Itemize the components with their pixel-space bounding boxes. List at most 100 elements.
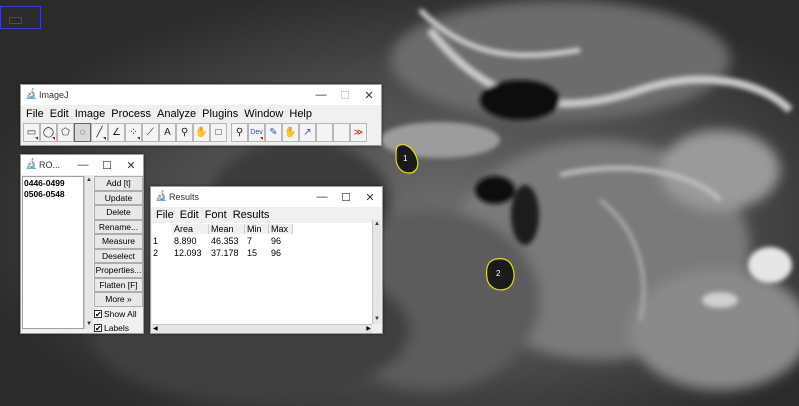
imagej-microscope-icon: 🔬	[25, 89, 38, 100]
close-button[interactable]: ✕	[119, 155, 143, 175]
blank-tool-slot[interactable]	[333, 123, 350, 142]
minimize-button[interactable]: —	[310, 187, 334, 207]
arrow-tool-icon[interactable]: ↗	[299, 123, 316, 142]
minimize-button[interactable]: —	[309, 85, 333, 105]
results-menu-font[interactable]: Font	[202, 209, 230, 221]
table-cell: 2	[153, 248, 159, 258]
labels-check-icon: ✔	[94, 323, 102, 333]
table-cell: 37.178	[211, 248, 239, 258]
maximize-button[interactable]: ☐	[333, 85, 357, 105]
table-cell: 46.353	[211, 236, 239, 246]
labels-label: Labels	[104, 322, 130, 333]
minimize-button[interactable]: —	[71, 155, 95, 175]
line-tool-icon[interactable]: ╱	[91, 123, 108, 142]
delete-button[interactable]: Delete	[94, 205, 143, 220]
freehand-tool-icon[interactable]: ◌	[74, 123, 91, 142]
menu-file[interactable]: File	[23, 108, 47, 120]
roi-manager-title-bar[interactable]: 🔬 RO... — ☐ ✕	[21, 155, 143, 175]
results-menu-file[interactable]: File	[153, 209, 177, 221]
roi-outline-2[interactable]: 2	[486, 258, 515, 291]
table-cell: 96	[271, 248, 282, 258]
scrolling-tool-icon[interactable]: ✋	[193, 123, 210, 142]
column-header-max[interactable]: Max	[269, 224, 293, 234]
blank-tool-slot[interactable]	[316, 123, 333, 142]
roi-list-item[interactable]: 0446-0499	[23, 177, 83, 188]
column-header-mean[interactable]: Mean	[209, 224, 245, 234]
rectangle-tool-icon[interactable]: ▭	[23, 123, 40, 142]
results-menu-results[interactable]: Results	[230, 209, 273, 221]
menu-window[interactable]: Window	[241, 108, 286, 120]
pencil-tool-icon[interactable]: ✎	[265, 123, 282, 142]
add-button[interactable]: Add [t]	[94, 176, 143, 191]
more-button[interactable]: More »	[94, 292, 143, 307]
imagej-title-bar[interactable]: 🔬 ImageJ — ☐ ✕	[21, 85, 381, 105]
table-row[interactable]: 2 12.093 37.178 15 96	[152, 247, 372, 259]
imagej-main-window: 🔬 ImageJ — ☐ ✕ File Edit Image Process A…	[20, 84, 382, 146]
wand-tool-icon[interactable]: ⟋	[142, 123, 159, 142]
results-table: Area Mean Min Max 1 8.890 46.353 7 96 2 …	[152, 223, 372, 259]
results-menu-edit[interactable]: Edit	[177, 209, 202, 221]
imagej-title: ImageJ	[39, 90, 69, 100]
menu-analyze[interactable]: Analyze	[154, 108, 199, 120]
results-title: Results	[169, 192, 200, 202]
results-title-bar[interactable]: 🔬 Results — ☐ ✕	[151, 187, 382, 207]
scroll-up-icon[interactable]: ▲	[85, 176, 93, 185]
results-horizontal-scrollbar[interactable]: ◀ ▶	[152, 324, 372, 333]
menu-help[interactable]: Help	[286, 108, 315, 120]
roi-list[interactable]: 0446-0499 0506-0548	[22, 176, 84, 329]
close-button[interactable]: ✕	[357, 85, 381, 105]
table-row[interactable]: 1 8.890 46.353 7 96	[152, 235, 372, 247]
rename-button[interactable]: Rename...	[94, 219, 143, 234]
menu-edit[interactable]: Edit	[47, 108, 72, 120]
menu-plugins[interactable]: Plugins	[199, 108, 241, 120]
polygon-tool-icon[interactable]: ⬠	[57, 123, 74, 142]
show-all-label: Show All	[104, 308, 137, 319]
results-vertical-scrollbar[interactable]: ▲ ▼	[372, 220, 381, 324]
hand-tool-icon[interactable]: ✋	[282, 123, 299, 142]
scroll-right-icon[interactable]: ▶	[366, 325, 371, 333]
measure-button[interactable]: Measure	[94, 234, 143, 249]
roi-label-1: 1	[403, 154, 408, 163]
point-tool-icon[interactable]: ⁘	[125, 123, 142, 142]
scroll-left-icon[interactable]: ◀	[153, 325, 158, 333]
table-cell: 8.890	[174, 236, 197, 246]
roi-manager-window: 🔬 RO... — ☐ ✕ 0446-0499 0506-0548 ▲ ▼ Ad…	[20, 154, 144, 334]
roi-list-scrollbar[interactable]: ▲ ▼	[84, 176, 93, 329]
results-window: 🔬 Results — ☐ ✕ File Edit Font Results A…	[150, 186, 383, 334]
roi-label-2: 2	[496, 269, 501, 278]
menu-process[interactable]: Process	[108, 108, 154, 120]
magnifying-glass-icon[interactable]: ⚲	[176, 123, 193, 142]
results-menubar: File Edit Font Results	[151, 207, 382, 223]
close-button[interactable]: ✕	[358, 187, 382, 207]
table-cell: 12.093	[174, 248, 202, 258]
table-cell: 1	[153, 236, 159, 246]
imagej-microscope-icon: 🔬	[25, 159, 38, 170]
show-all-checkbox[interactable]: ✔ Show All	[94, 307, 143, 321]
oval-tool-icon[interactable]: ◯	[40, 123, 57, 142]
scroll-down-icon[interactable]: ▼	[373, 315, 381, 324]
update-button[interactable]: Update	[94, 190, 143, 205]
maximize-button[interactable]: ☐	[334, 187, 358, 207]
zoom-icon[interactable]: ⚲	[231, 123, 248, 142]
results-header-row: Area Mean Min Max	[152, 223, 372, 235]
imagej-menubar: File Edit Image Process Analyze Plugins …	[21, 105, 381, 122]
color-picker-icon[interactable]: □	[210, 123, 227, 142]
deselect-button[interactable]: Deselect	[94, 248, 143, 263]
column-header-area[interactable]: Area	[172, 224, 209, 234]
menu-image[interactable]: Image	[72, 108, 109, 120]
scroll-down-icon[interactable]: ▼	[85, 320, 93, 329]
properties-button[interactable]: Properties...	[94, 263, 143, 278]
flatten-button[interactable]: Flatten [F]	[94, 277, 143, 292]
roi-button-panel: Add [t] Update Delete Rename... Measure …	[94, 176, 143, 335]
developer-menu-icon[interactable]: Dev	[248, 123, 265, 142]
table-cell: 15	[247, 248, 258, 258]
text-tool-icon[interactable]: A	[159, 123, 176, 142]
column-header-min[interactable]: Min	[245, 224, 269, 234]
labels-checkbox[interactable]: ✔ Labels	[94, 321, 143, 335]
angle-tool-icon[interactable]: ∠	[108, 123, 125, 142]
maximize-button[interactable]: ☐	[95, 155, 119, 175]
show-all-check-icon: ✔	[94, 309, 102, 319]
more-tools-icon[interactable]: ≫	[350, 123, 367, 142]
scroll-up-icon[interactable]: ▲	[373, 220, 381, 229]
roi-list-item[interactable]: 0506-0548	[23, 188, 83, 199]
